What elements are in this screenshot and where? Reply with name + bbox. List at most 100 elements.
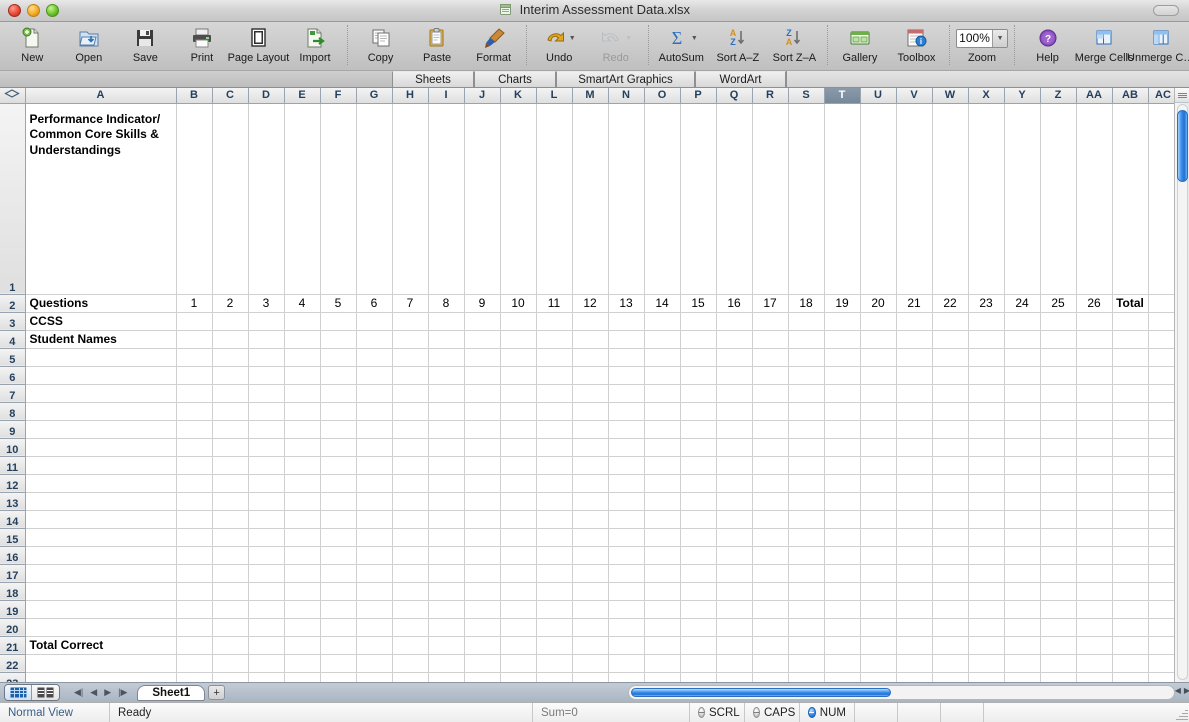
cell-T6[interactable]: [824, 366, 861, 385]
cell-AB22[interactable]: [1112, 654, 1149, 673]
cell-Z4[interactable]: [1040, 330, 1077, 349]
column-header-K[interactable]: K: [500, 88, 537, 104]
cell-L17[interactable]: [536, 564, 573, 583]
cell-R12[interactable]: [752, 474, 789, 493]
vertical-scroll-track[interactable]: [1177, 104, 1188, 680]
cell-L8[interactable]: [536, 402, 573, 421]
row-header-2[interactable]: 2: [0, 294, 26, 313]
cell-M9[interactable]: [572, 420, 609, 439]
cell-F3[interactable]: [320, 312, 357, 331]
cell-Q15[interactable]: [716, 528, 753, 547]
cell-J16[interactable]: [464, 546, 501, 565]
cell-J20[interactable]: [464, 618, 501, 637]
cell-F7[interactable]: [320, 384, 357, 403]
cell-O16[interactable]: [644, 546, 681, 565]
cell-Q10[interactable]: [716, 438, 753, 457]
cell-W14[interactable]: [932, 510, 969, 529]
cell-D14[interactable]: [248, 510, 285, 529]
cell-S23[interactable]: [788, 672, 825, 682]
cell-E21[interactable]: [284, 636, 321, 655]
cell-I12[interactable]: [428, 474, 465, 493]
cell-X1[interactable]: [968, 103, 1005, 295]
column-header-I[interactable]: I: [428, 88, 465, 104]
toolbar-button-paste[interactable]: Paste: [409, 22, 466, 64]
column-header-X[interactable]: X: [968, 88, 1005, 104]
cell-P1[interactable]: [680, 103, 717, 295]
cell-Y23[interactable]: [1004, 672, 1041, 682]
cell-Z3[interactable]: [1040, 312, 1077, 331]
cell-T18[interactable]: [824, 582, 861, 601]
cell-B14[interactable]: [176, 510, 213, 529]
cell-H22[interactable]: [392, 654, 429, 673]
horizontal-scrollbar[interactable]: ◀ ▶: [628, 685, 1189, 700]
cell-G4[interactable]: [356, 330, 393, 349]
cell-W8[interactable]: [932, 402, 969, 421]
column-header-R[interactable]: R: [752, 88, 789, 104]
row-header-8[interactable]: 8: [0, 402, 26, 421]
cell-E9[interactable]: [284, 420, 321, 439]
cell-O7[interactable]: [644, 384, 681, 403]
cell-L5[interactable]: [536, 348, 573, 367]
cell-R3[interactable]: [752, 312, 789, 331]
cell-T23[interactable]: [824, 672, 861, 682]
toolbar-button-zoom[interactable]: 100% ▼ Zoom: [954, 22, 1011, 64]
cell-L14[interactable]: [536, 510, 573, 529]
cell-Y17[interactable]: [1004, 564, 1041, 583]
cell-C8[interactable]: [212, 402, 249, 421]
cell-X17[interactable]: [968, 564, 1005, 583]
column-header-Q[interactable]: Q: [716, 88, 753, 104]
cell-S18[interactable]: [788, 582, 825, 601]
cell-U18[interactable]: [860, 582, 897, 601]
cell-E12[interactable]: [284, 474, 321, 493]
cell-F19[interactable]: [320, 600, 357, 619]
cell-V19[interactable]: [896, 600, 933, 619]
cell-N20[interactable]: [608, 618, 645, 637]
cell-N2[interactable]: 13: [608, 294, 645, 313]
cell-I6[interactable]: [428, 366, 465, 385]
cell-T4[interactable]: [824, 330, 861, 349]
cell-W9[interactable]: [932, 420, 969, 439]
cell-P19[interactable]: [680, 600, 717, 619]
cell-G21[interactable]: [356, 636, 393, 655]
cell-H16[interactable]: [392, 546, 429, 565]
cell-AA21[interactable]: [1076, 636, 1113, 655]
cell-P14[interactable]: [680, 510, 717, 529]
cell-C1[interactable]: [212, 103, 249, 295]
cell-L10[interactable]: [536, 438, 573, 457]
vertical-scroll-thumb[interactable]: [1177, 110, 1188, 182]
cell-AA13[interactable]: [1076, 492, 1113, 511]
gallery-tab-smartart-graphics[interactable]: SmartArt Graphics: [556, 71, 695, 87]
cell-N13[interactable]: [608, 492, 645, 511]
cell-D17[interactable]: [248, 564, 285, 583]
cell-L15[interactable]: [536, 528, 573, 547]
cell-A4[interactable]: Student Names: [25, 330, 177, 349]
cell-Q19[interactable]: [716, 600, 753, 619]
cell-Y15[interactable]: [1004, 528, 1041, 547]
cell-J17[interactable]: [464, 564, 501, 583]
cell-L16[interactable]: [536, 546, 573, 565]
cell-V10[interactable]: [896, 438, 933, 457]
first-sheet-arrow[interactable]: ◀|: [74, 687, 83, 698]
cell-B10[interactable]: [176, 438, 213, 457]
cell-P17[interactable]: [680, 564, 717, 583]
cell-AA11[interactable]: [1076, 456, 1113, 475]
cell-N8[interactable]: [608, 402, 645, 421]
cell-L11[interactable]: [536, 456, 573, 475]
cell-T11[interactable]: [824, 456, 861, 475]
cell-T15[interactable]: [824, 528, 861, 547]
cell-T21[interactable]: [824, 636, 861, 655]
cell-R14[interactable]: [752, 510, 789, 529]
row-header-17[interactable]: 17: [0, 564, 26, 583]
column-header-A[interactable]: A: [25, 88, 177, 104]
cell-R23[interactable]: [752, 672, 789, 682]
cell-R11[interactable]: [752, 456, 789, 475]
page-layout-view-button[interactable]: [32, 685, 59, 700]
cell-K1[interactable]: [500, 103, 537, 295]
cell-P18[interactable]: [680, 582, 717, 601]
cell-S22[interactable]: [788, 654, 825, 673]
cell-F6[interactable]: [320, 366, 357, 385]
cell-K22[interactable]: [500, 654, 537, 673]
cell-C5[interactable]: [212, 348, 249, 367]
cell-K19[interactable]: [500, 600, 537, 619]
cell-Z21[interactable]: [1040, 636, 1077, 655]
